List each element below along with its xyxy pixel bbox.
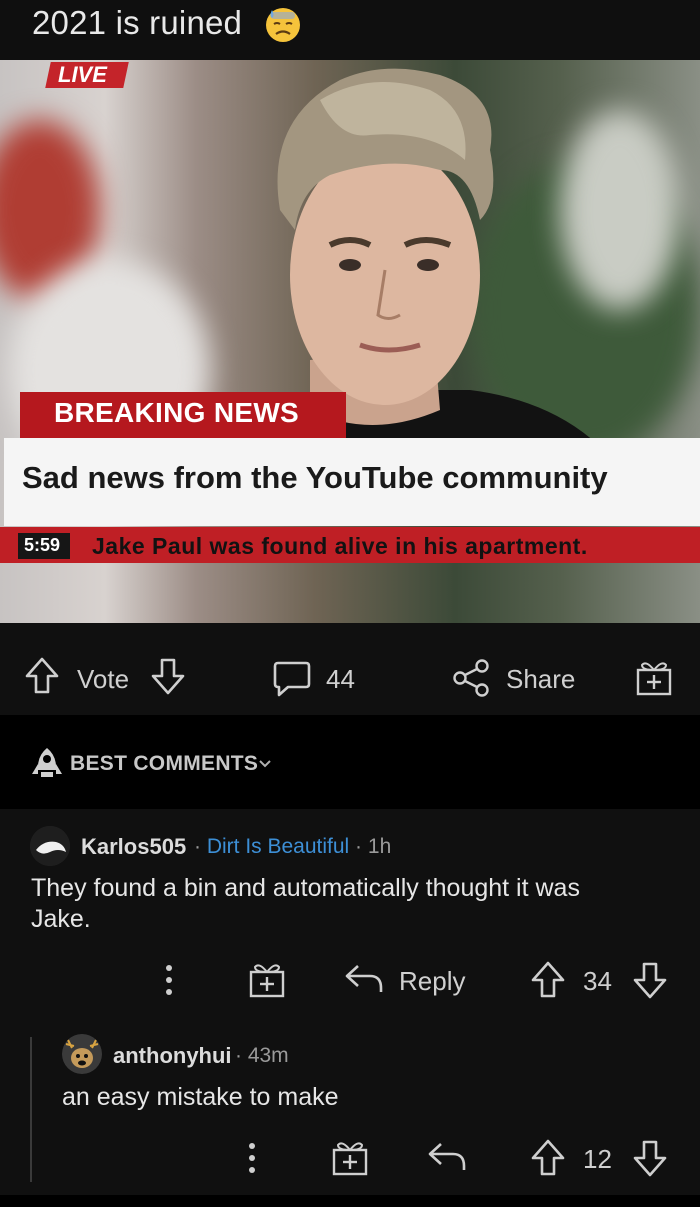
comment-username[interactable]: anthonyhui [113,1043,232,1069]
comment-count[interactable]: 44 [326,664,355,695]
more-options-icon[interactable] [243,1140,261,1176]
share-icon[interactable] [451,657,493,699]
avatar[interactable] [30,826,70,866]
live-label: LIVE [58,62,107,87]
bottom-strip [0,1195,700,1207]
comment-age: 1h [367,835,392,858]
more-options-icon[interactable] [160,962,178,998]
sort-label[interactable]: BEST COMMENTS [70,752,258,776]
reply-label[interactable]: Reply [399,966,465,997]
avatar-image [30,826,70,866]
award-gift-icon[interactable] [330,1138,370,1178]
avatar-image [62,1034,102,1074]
rocket-icon [32,748,62,777]
comment-body: an easy mistake to make [62,1083,339,1111]
sad-sweat-emoji-icon [266,8,300,42]
upvote-arrow-icon[interactable] [530,960,566,1000]
headline-text: Sad news from the YouTube community [22,460,608,495]
comment-meta: · Dirt Is Beautiful · 1h [194,835,392,858]
downvote-arrow-icon[interactable] [632,1138,668,1178]
comment-score: 34 [583,966,612,996]
comment-meta: · 43m [235,1044,289,1067]
share-label[interactable]: Share [506,664,575,695]
downvote-arrow-icon[interactable] [150,656,186,696]
ticker-time: 5:59 [24,535,61,555]
upvote-arrow-icon[interactable] [530,1138,566,1178]
post-header: 2021 is ruined [0,0,700,60]
award-gift-icon[interactable] [247,960,287,1000]
comment-age: 43m [247,1044,289,1067]
upvote-arrow-icon[interactable] [24,656,60,696]
ticker-text: Jake Paul was found alive in his apartme… [92,533,588,559]
breaking-news-label: BREAKING NEWS [54,397,300,428]
reply-arrow-icon[interactable] [427,1140,467,1174]
chevron-down-icon[interactable] [257,755,273,771]
vote-label: Vote [77,664,130,694]
award-gift-icon[interactable] [634,658,674,698]
downvote-arrow-icon[interactable] [632,960,668,1000]
post-title: 2021 is ruined [32,4,243,41]
user-flair: Dirt Is Beautiful [206,835,350,858]
reply-arrow-icon[interactable] [344,962,384,996]
avatar[interactable] [62,1034,102,1074]
thread-line[interactable] [30,1037,32,1182]
comment-score: 12 [583,1144,612,1174]
comment-username[interactable]: Karlos505 [81,834,186,860]
comment-bubble-icon[interactable] [272,659,312,699]
comment-body-line: Jake. [31,905,91,933]
comment-body: They found a bin and automatically thoug… [31,873,580,935]
comment-body-line: They found a bin and automatically thoug… [31,874,580,902]
